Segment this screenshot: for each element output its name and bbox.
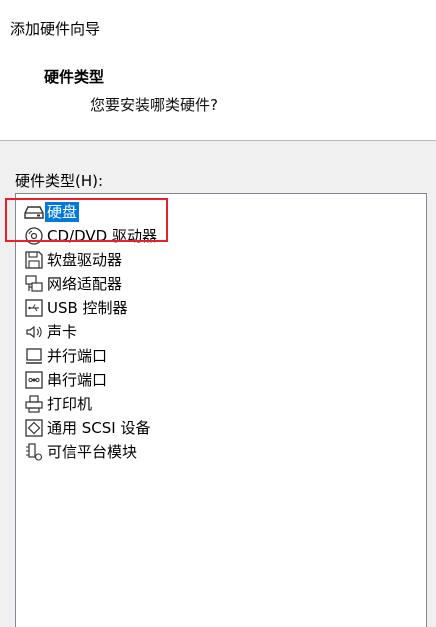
wizard-body: 硬件类型(H): 硬盘 CD/DVD 驱动器 软盘驱动器 网络适配器 USB 控… bbox=[0, 141, 436, 627]
list-item-label: 声卡 bbox=[47, 323, 78, 341]
list-item-hard-disk[interactable]: 硬盘 bbox=[24, 200, 80, 224]
list-item-tpm[interactable]: 可信平台模块 bbox=[24, 440, 139, 464]
parallel-port-icon bbox=[24, 346, 44, 366]
list-item-label: 打印机 bbox=[47, 395, 93, 413]
list-item-network-adapter[interactable]: 网络适配器 bbox=[24, 272, 124, 296]
cd-dvd-icon bbox=[24, 226, 44, 246]
hard-disk-icon bbox=[24, 202, 44, 222]
page-subtitle: 您要安装哪类硬件? bbox=[90, 96, 218, 114]
list-item-label: 网络适配器 bbox=[47, 275, 123, 293]
list-item-parallel-port[interactable]: 并行端口 bbox=[24, 344, 109, 368]
list-item-label: CD/DVD 驱动器 bbox=[47, 227, 157, 245]
list-item-label: 软盘驱动器 bbox=[47, 251, 123, 269]
serial-port-icon bbox=[24, 370, 44, 390]
page-title: 硬件类型 bbox=[44, 68, 105, 86]
window-title: 添加硬件向导 bbox=[10, 20, 101, 38]
floppy-icon bbox=[24, 250, 44, 270]
wizard-header: 添加硬件向导 硬件类型 您要安装哪类硬件? bbox=[0, 0, 436, 140]
printer-icon bbox=[24, 394, 44, 414]
list-item-floppy[interactable]: 软盘驱动器 bbox=[24, 248, 124, 272]
list-item-label: 可信平台模块 bbox=[47, 443, 138, 461]
speaker-icon bbox=[24, 322, 44, 342]
hardware-type-list[interactable]: 硬盘 CD/DVD 驱动器 软盘驱动器 网络适配器 USB 控制器 声卡 并行端… bbox=[15, 193, 427, 627]
list-item-label: 硬盘 bbox=[45, 202, 80, 222]
list-item-cd-dvd[interactable]: CD/DVD 驱动器 bbox=[24, 224, 159, 248]
list-item-label: 通用 SCSI 设备 bbox=[47, 419, 151, 437]
list-item-label: 串行端口 bbox=[47, 371, 108, 389]
list-item-printer[interactable]: 打印机 bbox=[24, 392, 94, 416]
list-item-sound-card[interactable]: 声卡 bbox=[24, 320, 79, 344]
list-item-label: USB 控制器 bbox=[47, 299, 128, 317]
hardware-type-label: 硬件类型(H): bbox=[15, 172, 104, 190]
list-item-serial-port[interactable]: 串行端口 bbox=[24, 368, 109, 392]
list-item-scsi[interactable]: 通用 SCSI 设备 bbox=[24, 416, 152, 440]
usb-icon bbox=[24, 298, 44, 318]
list-item-usb[interactable]: USB 控制器 bbox=[24, 296, 130, 320]
tpm-icon bbox=[24, 442, 44, 462]
scsi-icon bbox=[24, 418, 44, 438]
network-adapter-icon bbox=[24, 274, 44, 294]
list-item-label: 并行端口 bbox=[47, 347, 108, 365]
